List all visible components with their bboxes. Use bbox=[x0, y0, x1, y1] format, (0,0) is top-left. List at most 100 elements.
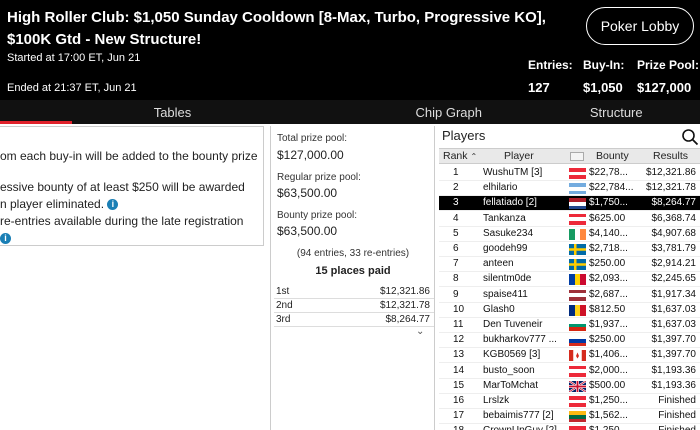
info-line: om each buy-in will be added to the boun… bbox=[0, 149, 258, 163]
buyin-value: $1,050 bbox=[583, 80, 623, 95]
player-bounty: $250.00 bbox=[589, 258, 626, 270]
prizepool-label: Prize Pool: bbox=[637, 58, 700, 72]
player-row[interactable]: 1 WushuTM [3] $22,78... $12,321.86 bbox=[439, 166, 700, 181]
tournament-info-panel: om each buy-in will be added to the boun… bbox=[0, 126, 266, 430]
player-name: KGB0569 [3] bbox=[483, 349, 541, 361]
player-name: Lrslzk bbox=[483, 395, 510, 406]
info-icon[interactable]: i bbox=[0, 233, 11, 245]
player-rank: 5 bbox=[453, 227, 459, 239]
player-rank: 9 bbox=[453, 288, 459, 300]
player-bounty: $22,784... bbox=[589, 182, 634, 194]
country-flag-icon bbox=[569, 274, 586, 286]
country-flag-icon bbox=[569, 244, 586, 255]
player-result: $6,368.74 bbox=[651, 212, 697, 224]
country-flag-icon bbox=[569, 320, 586, 331]
player-row[interactable]: 15 MarToMchat $500.00 $1,193.36 bbox=[439, 379, 700, 394]
players-table-header: Rank ⌃ Player Bounty Results bbox=[439, 148, 700, 164]
total-prize-label: Total prize pool: bbox=[277, 133, 348, 144]
search-icon[interactable] bbox=[681, 128, 699, 146]
player-rank: 15 bbox=[453, 379, 465, 391]
player-bounty: $2,718... bbox=[589, 243, 628, 254]
player-name: busto_soon bbox=[483, 364, 535, 376]
player-row[interactable]: 9 spaise411 $2,687... $1,917.34 bbox=[439, 288, 700, 303]
player-row[interactable]: 5 Sasuke234 $4,140... $4,907.68 bbox=[439, 227, 700, 242]
tab-spacer bbox=[345, 100, 365, 124]
entries-value: 127 bbox=[528, 80, 550, 95]
player-rank: 2 bbox=[453, 182, 459, 194]
player-row[interactable]: 6 goodeh99 $2,718... $3,781.79 bbox=[439, 242, 700, 257]
player-result: Finished bbox=[658, 410, 696, 422]
entries-note: (94 entries, 33 re-entries) bbox=[296, 248, 410, 259]
player-name: spaise411 bbox=[483, 288, 528, 300]
tab-chip-graph[interactable]: Chip Graph bbox=[365, 100, 533, 124]
bounty-header[interactable]: Bounty bbox=[596, 150, 629, 162]
player-row[interactable]: 16 Lrslzk $1,250... Finished bbox=[439, 394, 700, 409]
player-row[interactable]: 13 KGB0569 [3] $1,406... $1,397.70 bbox=[439, 348, 700, 364]
player-bounty: $500.00 bbox=[589, 379, 626, 391]
player-name: bebaimis777 [2] bbox=[483, 410, 554, 422]
entries-label: Entries: bbox=[528, 58, 573, 72]
country-flag-icon bbox=[569, 183, 586, 195]
country-flag-icon bbox=[569, 396, 586, 407]
player-rank: 7 bbox=[453, 258, 459, 270]
player-rank: 8 bbox=[453, 273, 459, 285]
chevron-down-icon[interactable]: ⌄ bbox=[416, 326, 424, 337]
buyin-label: Buy-In: bbox=[583, 58, 625, 72]
player-result: $2,245.65 bbox=[651, 273, 697, 285]
player-bounty: $4,140... bbox=[589, 227, 628, 239]
country-flag-icon bbox=[569, 350, 586, 362]
player-name: Den Tuveneir bbox=[483, 319, 543, 330]
player-name: Tankanza bbox=[483, 212, 526, 224]
player-bounty: $812.50 bbox=[589, 303, 626, 315]
player-row[interactable]: 3 fellatiado [2] $1,750... $8,264.77 bbox=[439, 196, 700, 212]
player-result: $1,193.36 bbox=[651, 364, 697, 376]
player-name: bukharkov777 ... bbox=[483, 334, 557, 346]
country-flag-icon bbox=[569, 228, 586, 240]
player-bounty: $1,250... bbox=[589, 425, 635, 430]
player-row[interactable]: 12 bukharkov777 ... $250.00 $1,397.70 bbox=[439, 333, 700, 349]
payout-row: 2nd $12,321.78 bbox=[274, 300, 434, 313]
active-tab-indicator bbox=[0, 121, 72, 124]
prize-pool-panel: Total prize pool: $127,000.00 Regular pr… bbox=[270, 126, 435, 430]
player-bounty: $625.00 bbox=[589, 212, 626, 224]
tab-label: Tables bbox=[153, 104, 192, 120]
player-row[interactable]: 14 busto_soon $2,000... $1,193.36 bbox=[439, 364, 700, 379]
tab-bar: Tables Chip Graph Structure bbox=[0, 100, 700, 124]
player-row[interactable]: 7 anteen $250.00 $2,914.21 bbox=[439, 257, 700, 273]
poker-lobby-button[interactable]: Poker Lobby bbox=[586, 7, 694, 45]
player-rank: 1 bbox=[453, 167, 459, 178]
end-time: Ended at 21:37 ET, Jun 21 bbox=[7, 82, 137, 94]
player-row[interactable]: 11 Den Tuveneir $1,937... $1,637.03 bbox=[439, 318, 700, 333]
player-row[interactable]: 18 CrownUpGuy [2] $1,250... Finished bbox=[439, 424, 700, 430]
player-row[interactable]: 17 bebaimis777 [2] $1,562... Finished bbox=[439, 409, 700, 425]
regular-prize-value: $63,500.00 bbox=[277, 186, 338, 200]
player-bounty: $2,093... bbox=[589, 273, 628, 285]
info-icon[interactable]: i bbox=[107, 199, 119, 211]
country-flag-icon bbox=[569, 411, 586, 423]
results-header[interactable]: Results bbox=[653, 150, 688, 162]
player-bounty: $1,562... bbox=[589, 410, 628, 422]
player-result: Finished bbox=[658, 395, 696, 406]
player-name: fellatiado [2] bbox=[483, 197, 537, 209]
total-prize-value: $127,000.00 bbox=[277, 148, 344, 162]
player-row[interactable]: 4 Tankanza $625.00 $6,368.74 bbox=[439, 212, 700, 227]
player-row[interactable]: 2 elhilario $22,784... $12,321.78 bbox=[439, 181, 700, 197]
country-flag-icon bbox=[569, 426, 586, 430]
player-rank: 6 bbox=[453, 243, 459, 254]
player-result: $2,914.21 bbox=[651, 258, 697, 270]
tab-structure[interactable]: Structure bbox=[533, 100, 700, 124]
flag-header-icon[interactable] bbox=[570, 152, 584, 161]
start-time: Started at 17:00 ET, Jun 21 bbox=[7, 52, 141, 64]
players-title: Players bbox=[442, 128, 486, 143]
regular-prize-label: Regular prize pool: bbox=[277, 172, 361, 183]
rank-header[interactable]: Rank ⌃ bbox=[443, 150, 477, 162]
info-text: n player eliminated. bbox=[0, 197, 105, 211]
player-row[interactable]: 8 silentm0de $2,093... $2,245.65 bbox=[439, 272, 700, 288]
info-line-with-icon: n player eliminated. i bbox=[0, 197, 119, 211]
player-bounty: $250.00 bbox=[589, 334, 626, 346]
country-flag-icon bbox=[569, 335, 586, 347]
player-name: Sasuke234 bbox=[483, 227, 534, 239]
player-rank: 14 bbox=[453, 364, 465, 376]
player-row[interactable]: 10 Glash0 $812.50 $1,637.03 bbox=[439, 303, 700, 318]
player-header[interactable]: Player bbox=[504, 150, 534, 162]
